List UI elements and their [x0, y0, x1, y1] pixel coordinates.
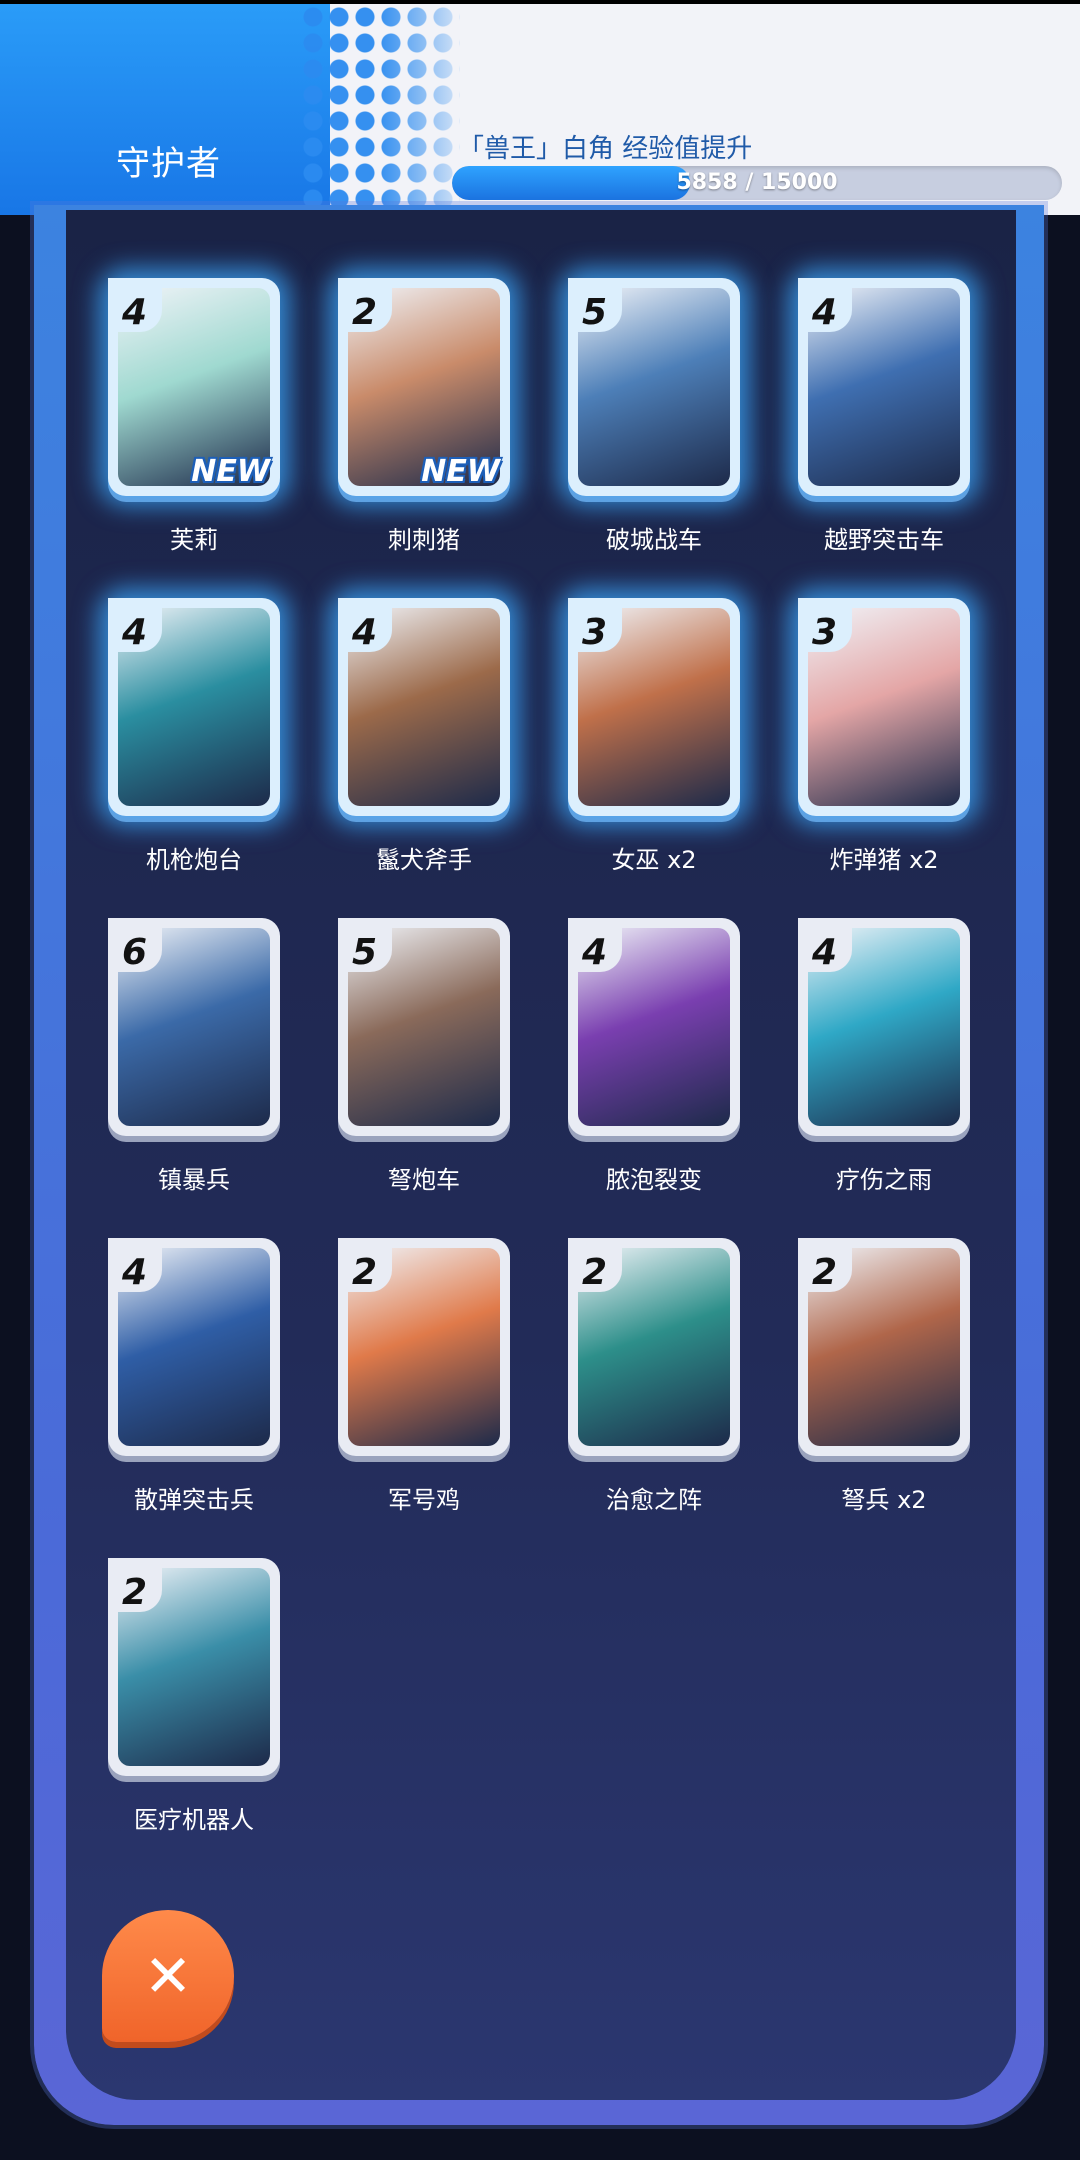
card-name: 疗伤之雨: [836, 1166, 932, 1194]
card-cost: 2: [352, 292, 378, 333]
card-slot[interactable]: 4: [798, 918, 970, 1143]
card-slot[interactable]: 2: [108, 1558, 280, 1783]
card-name: 越野突击车: [824, 526, 944, 554]
card-name: 脓泡裂变: [606, 1166, 702, 1194]
card-cost: 3: [812, 612, 838, 653]
card-cost: 2: [352, 1252, 378, 1293]
quest-label: 「兽王」白角 经验值提升: [458, 134, 753, 164]
card-name: 芙莉: [170, 526, 218, 554]
card-cost: 6: [122, 932, 148, 973]
card-slot[interactable]: 4: [798, 278, 970, 503]
experience-progress-bar: 5858 / 15000: [452, 166, 1062, 200]
card-name: 女巫 x2: [611, 846, 697, 874]
progress-text: 5858 / 15000: [676, 170, 838, 195]
close-button[interactable]: ✕: [102, 1910, 234, 2042]
card-cost: 5: [352, 932, 378, 973]
card-cost: 2: [582, 1252, 608, 1293]
card-slot[interactable]: 2: [798, 1238, 970, 1463]
card-slot[interactable]: 2: [338, 1238, 510, 1463]
card-cost: 4: [812, 292, 838, 333]
card-grid: 4 NEW 芙莉 2 NEW 刺刺猪 5 破城战车 4 越野突击车 4 机枪炮台 4 鬣犬斧手 3 女巫 x2…: [66, 210, 1016, 2100]
card-name: 炸弹猪 x2: [829, 846, 939, 874]
card-name: 弩兵 x2: [841, 1486, 927, 1514]
card-slot[interactable]: 5: [338, 918, 510, 1143]
card-name: 破城战车: [606, 526, 702, 554]
card-name: 镇暴兵: [158, 1166, 230, 1194]
card-cost: 2: [122, 1572, 148, 1613]
card-slot[interactable]: 3: [568, 598, 740, 823]
card-name: 机枪炮台: [146, 846, 242, 874]
card-slot[interactable]: 4: [108, 1238, 280, 1463]
card-name: 弩炮车: [388, 1166, 460, 1194]
card-cost: 2: [812, 1252, 838, 1293]
card-cost: 4: [122, 1252, 148, 1293]
card-slot[interactable]: 6: [108, 918, 280, 1143]
card-cost: 4: [352, 612, 378, 653]
card-name: 医疗机器人: [134, 1806, 254, 1834]
card-slot[interactable]: 4 NEW: [108, 278, 280, 503]
card-slot[interactable]: 4: [338, 598, 510, 823]
card-name: 治愈之阵: [606, 1486, 702, 1514]
card-cost: 4: [122, 612, 148, 653]
header-banner: 守护者 「兽王」白角 经验值提升 5858 / 15000: [0, 4, 1080, 215]
page-title: 守护者: [116, 144, 221, 184]
card-name: 鬣犬斧手: [376, 846, 472, 874]
card-slot[interactable]: 5: [568, 278, 740, 503]
card-slot[interactable]: 3: [798, 598, 970, 823]
card-slot[interactable]: 2 NEW: [338, 278, 510, 503]
card-cost: 4: [812, 932, 838, 973]
card-cost: 3: [582, 612, 608, 653]
new-badge: NEW: [421, 454, 500, 489]
card-name: 散弹突击兵: [134, 1486, 254, 1514]
card-name: 军号鸡: [388, 1486, 460, 1514]
card-slot[interactable]: 4: [108, 598, 280, 823]
card-slot[interactable]: 4: [568, 918, 740, 1143]
new-badge: NEW: [191, 454, 270, 489]
card-cost: 4: [582, 932, 608, 973]
card-slot[interactable]: 2: [568, 1238, 740, 1463]
close-icon: ✕: [143, 1942, 193, 2010]
card-cost: 5: [582, 292, 608, 333]
card-cost: 4: [122, 292, 148, 333]
card-name: 刺刺猪: [388, 526, 460, 554]
